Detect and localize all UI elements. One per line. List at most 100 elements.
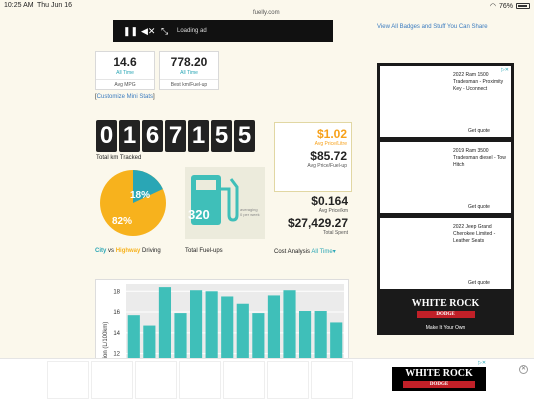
ad-card-title: 2019 Ram 3500 Tradesman diesel - Tow Hit…: [453, 148, 506, 168]
mini-stat-best-km: 778.20 All Time Best km/Fuel-up: [159, 51, 219, 90]
ad-card[interactable]: 2022 Jeep Grand Cherokee Limited - Leath…: [380, 218, 511, 289]
avg-price-fuelup: $85.72: [310, 149, 347, 163]
url-bar[interactable]: fuelly.com: [253, 10, 280, 16]
status-time: 10:25 AM: [4, 2, 34, 9]
fuelups-note: averaging 0 per week: [240, 207, 260, 217]
video-ad-player[interactable]: ❚❚ ◀✕ ⤡ Loading ad: [113, 20, 333, 42]
y-tick-label: 14: [113, 331, 120, 337]
chevron-down-icon[interactable]: ▾: [333, 249, 336, 255]
ad-slot[interactable]: [135, 361, 177, 399]
ad-card[interactable]: ▷✕ 2022 Ram 1500 Tradesman - Proximity K…: [380, 66, 511, 137]
odometer-label: Total km Tracked: [96, 155, 142, 161]
dealer-logo: WHITE ROCK DODGE: [377, 298, 514, 318]
mini-stat-avg-mpg: 14.6 All Time Avg MPG: [95, 51, 155, 90]
chart-bar[interactable]: [299, 311, 312, 364]
ad-slot[interactable]: [47, 361, 89, 399]
avg-price-litre-label: Avg Price/Litre: [314, 141, 347, 147]
price-card: $1.02 Avg Price/Litre $85.72 Avg Price/F…: [274, 122, 352, 192]
legend-vs: vs: [106, 248, 116, 254]
driving-pie-chart: 18% 82%: [98, 168, 168, 238]
fuel-pump-icon: [191, 175, 239, 225]
ad-slot[interactable]: [91, 361, 133, 399]
status-bar: 10:25 AM Thu Jun 16 fuelly.com ◠ 76%: [0, 0, 534, 22]
mini-stat-value: 14.6: [113, 55, 137, 69]
mini-stat-value: 778.20: [170, 55, 208, 69]
ad-choices-icon[interactable]: ▷✕: [478, 360, 486, 366]
fuelups-note-line2: 0 per week: [240, 212, 260, 217]
chart-plot-area: [126, 284, 344, 364]
odometer-digit: 7: [165, 120, 186, 152]
consumption-chart-svg: 12 14 16 18 tion (L/100km): [103, 284, 344, 364]
fullscreen-icon[interactable]: ⤡: [161, 26, 168, 37]
chart-bar[interactable]: [283, 290, 296, 364]
pie-label-highway: 82%: [112, 216, 132, 227]
dealer-brand: DODGE: [403, 381, 475, 388]
cost-analysis: Cost Analysis All Time▾: [274, 248, 336, 255]
consumption-chart: 12 14 16 18 tion (L/100km): [95, 279, 349, 365]
cost-summary: $1.02 Avg Price/Litre $85.72 Avg Price/F…: [274, 122, 352, 236]
chart-bar[interactable]: [267, 295, 281, 364]
chart-bar[interactable]: [314, 311, 327, 364]
legend-suffix: Driving: [140, 248, 161, 254]
battery-icon: [516, 3, 530, 9]
mini-stat-label: Best km/Fuel-up: [160, 79, 218, 88]
chart-bar[interactable]: [174, 313, 187, 364]
ad-tagline: Make It Your Own: [425, 325, 466, 331]
wifi-icon: ◠: [489, 3, 496, 10]
odometer-digit: 6: [142, 120, 163, 152]
ad-card-title: 2022 Jeep Grand Cherokee Limited - Leath…: [453, 224, 496, 244]
odometer-digit: 0: [96, 120, 117, 152]
chart-bar[interactable]: [236, 303, 249, 364]
chart-bar[interactable]: [127, 315, 140, 364]
avg-price-km-label: Avg Price/km: [318, 208, 348, 214]
chart-bar[interactable]: [252, 313, 265, 364]
mini-stat-label: Avg MPG: [96, 79, 154, 88]
y-tick-label: 16: [113, 310, 120, 316]
dealer-name: WHITE ROCK: [405, 368, 473, 379]
dealer-logo[interactable]: WHITE ROCK DODGE: [392, 367, 486, 391]
pie-label-city: 18%: [130, 190, 150, 201]
chart-bar[interactable]: [158, 287, 172, 364]
battery-indicator: ◠ 76%: [490, 2, 530, 10]
chart-bar[interactable]: [205, 291, 218, 364]
ad-card[interactable]: 2019 Ram 3500 Tradesman diesel - Tow Hit…: [380, 142, 511, 213]
customize-link[interactable]: Customize Mini Stats: [97, 94, 153, 100]
cost-analysis-label: Cost Analysis: [274, 249, 311, 255]
get-quote-link[interactable]: Get quote: [468, 204, 490, 210]
avg-price-litre: $1.02: [316, 127, 347, 141]
legend-highway: Highway: [115, 248, 141, 254]
cost-range-dropdown[interactable]: All Time: [311, 249, 332, 255]
mute-icon[interactable]: ◀✕: [141, 26, 155, 37]
driving-legend: City vs Highway Driving: [95, 248, 161, 254]
mini-stat-range: All Time: [116, 70, 134, 76]
ad-card-title: 2022 Ram 1500 Tradesman - Proximity Key …: [453, 72, 504, 92]
ad-slot[interactable]: [223, 361, 265, 399]
avg-price-km: $0.164: [311, 194, 348, 208]
odometer-digit: 1: [119, 120, 140, 152]
bracket-close: ]: [153, 94, 155, 100]
video-status: Loading ad: [177, 28, 207, 34]
y-tick-label: 18: [113, 289, 120, 295]
chart-bar[interactable]: [190, 290, 203, 364]
odometer-digit: 5: [211, 120, 232, 152]
ad-slot[interactable]: [179, 361, 221, 399]
bottom-banner-ad[interactable]: ▷✕ WHITE ROCK DODGE ✕: [0, 358, 534, 400]
get-quote-link[interactable]: Get quote: [468, 128, 490, 134]
total-spent: $27,429.27: [287, 216, 348, 230]
customize-mini-stats: [Customize Mini Stats]: [95, 94, 155, 100]
ad-slot[interactable]: [311, 361, 353, 399]
legend-city: City: [95, 248, 107, 254]
ad-slot[interactable]: [267, 361, 309, 399]
dealer-brand: DODGE: [416, 311, 475, 318]
total-spent-label: Total Spent: [322, 230, 348, 236]
view-badges-link[interactable]: View All Badges and Stuff You Can Share: [377, 24, 488, 30]
chart-bar[interactable]: [221, 296, 234, 364]
battery-percent: 76%: [498, 2, 513, 10]
get-quote-link[interactable]: Get quote: [468, 280, 490, 286]
odometer-digit: 5: [234, 120, 255, 152]
pause-icon[interactable]: ❚❚: [123, 26, 138, 37]
status-date: Thu Jun 16: [37, 2, 73, 9]
odometer: 0 1 6 7 1 5 5: [96, 120, 255, 152]
close-icon[interactable]: ✕: [519, 365, 528, 374]
sidebar-ad[interactable]: ▷✕ 2022 Ram 1500 Tradesman - Proximity K…: [377, 63, 514, 335]
